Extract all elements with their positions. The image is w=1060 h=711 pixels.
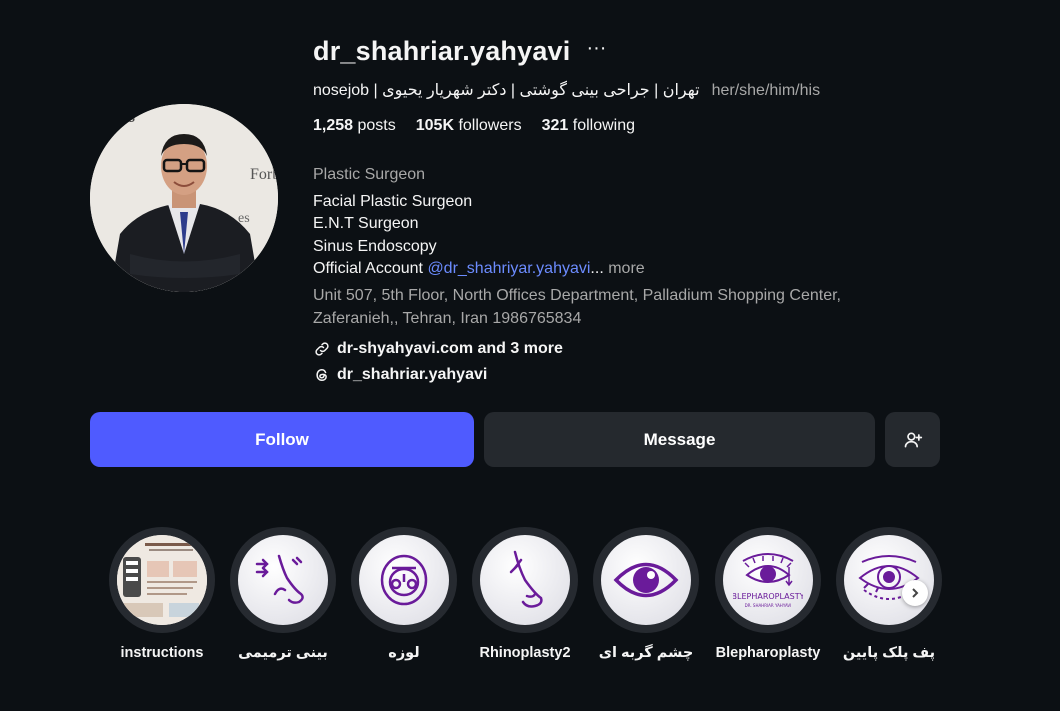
document-collage-icon — [117, 535, 207, 625]
suggest-accounts-button[interactable] — [885, 412, 940, 467]
eyelid-icon: BLEPHAROPLASTY DR. SHAHRIAR YAHYAVI — [733, 553, 803, 608]
link-icon — [315, 342, 329, 356]
bio-line: Sinus Endoscopy — [313, 237, 437, 255]
bio-official-line: Official Account @dr_shahriyar.yahyavi..… — [313, 260, 645, 278]
bio-mention-link[interactable]: @dr_shahriyar.yahyavi — [427, 260, 590, 277]
highlight-label: لوزه — [388, 645, 420, 661]
stat-followers[interactable]: 105K followers — [416, 117, 522, 135]
highlight-label: پف پلک پایین — [842, 645, 936, 661]
bio-line: E.N.T Surgeon — [313, 215, 419, 233]
more-options-icon[interactable]: ··· — [586, 38, 606, 58]
bio-address-line: Unit 507, 5th Floor, North Offices Depar… — [313, 286, 841, 304]
avatar-photo: bes Forb es — [90, 104, 278, 292]
highlights-next-icon[interactable] — [902, 580, 928, 606]
story-highlight[interactable]: لوزه — [351, 527, 457, 661]
highlight-label: Rhinoplasty2 — [479, 645, 571, 661]
svg-text:bes: bes — [110, 106, 135, 126]
nose-arrows-icon — [255, 554, 304, 604]
highlight-label: چشم گربه ای — [598, 645, 694, 661]
svg-text:BLEPHAROPLASTY: BLEPHAROPLASTY — [733, 592, 803, 601]
website-link[interactable]: dr-shyahyavi.com and 3 more — [313, 336, 563, 362]
story-highlight[interactable]: BLEPHAROPLASTY DR. SHAHRIAR YAHYAVI Blep… — [715, 527, 821, 661]
tonsil-mouth-icon — [380, 554, 428, 606]
bio-more-link[interactable]: more — [604, 260, 644, 277]
story-highlight[interactable]: چشم گربه ای — [593, 527, 699, 661]
profile-avatar[interactable]: bes Forb es — [90, 104, 278, 292]
story-highlight[interactable]: Rhinoplasty2 — [472, 527, 578, 661]
bio-line: Facial Plastic Surgeon — [313, 192, 473, 210]
message-button[interactable]: Message — [484, 412, 875, 467]
threads-link[interactable]: dr_shahriar.yahyavi — [313, 362, 563, 388]
follow-button[interactable]: Follow — [90, 412, 474, 467]
story-highlight[interactable]: instructions — [109, 527, 215, 661]
chevron-right-icon — [912, 588, 919, 598]
story-highlight[interactable]: بینی ترمیمی — [230, 527, 336, 661]
highlight-label: بینی ترمیمی — [238, 645, 328, 661]
profile-bio: Plastic Surgeon Facial Plastic Surgeon E… — [313, 164, 841, 330]
person-add-icon — [904, 432, 922, 447]
svg-text:DR. SHAHRIAR YAHYAVI: DR. SHAHRIAR YAHYAVI — [745, 603, 792, 608]
eye-icon — [613, 562, 679, 598]
highlight-label: Blepharoplasty — [715, 645, 821, 661]
svg-text:Forb: Forb — [250, 166, 278, 183]
stat-posts: 1,258 posts — [313, 117, 396, 134]
threads-icon — [316, 368, 327, 382]
profile-stats: 1,258 posts 105K followers 321 following — [313, 117, 635, 135]
nose-profile-icon — [509, 550, 543, 608]
highlight-label: instructions — [120, 645, 204, 661]
profile-username: dr_shahriar.yahyavi — [313, 36, 571, 66]
stat-following[interactable]: 321 following — [542, 117, 635, 135]
profile-full-name: nosejob | تهران | جراحی بینی گوشتی | دکت… — [313, 82, 700, 99]
profile-category: Plastic Surgeon — [313, 166, 426, 183]
bio-address-line: Zaferanieh,, Tehran, Iran 1986765834 — [313, 309, 582, 327]
profile-pronouns: her/she/him/his — [711, 82, 821, 99]
